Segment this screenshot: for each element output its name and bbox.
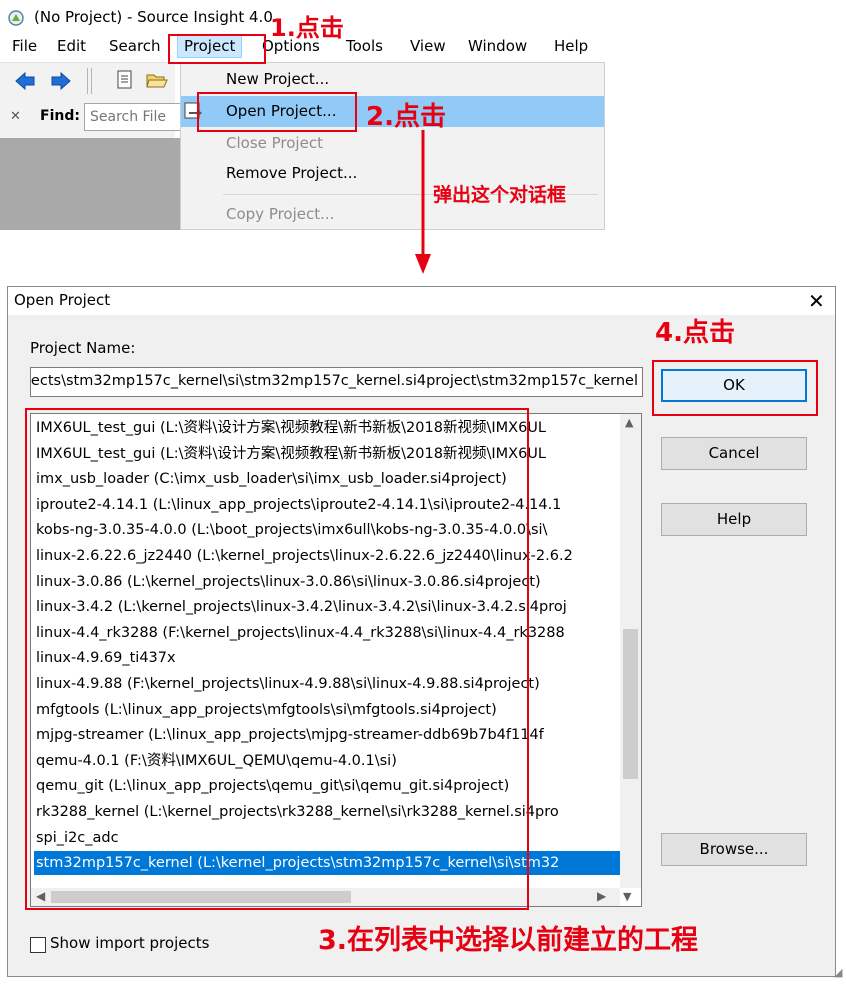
toolbar <box>0 62 175 100</box>
toolbar-separator <box>87 68 88 94</box>
menu-search[interactable]: Search <box>109 37 161 55</box>
resize-grip-icon[interactable]: ◢ <box>834 966 842 979</box>
menu-view[interactable]: View <box>410 37 446 55</box>
menu-file[interactable]: File <box>12 37 37 55</box>
vertical-scrollbar[interactable]: ▲ <box>620 414 641 888</box>
dialog-titlebar <box>8 287 835 315</box>
annotation-arrow-icon <box>415 130 431 274</box>
app-title: (No Project) - Source Insight 4.0 <box>34 8 273 26</box>
show-import-projects-label: Show import projects <box>50 934 210 952</box>
scroll-right-arrow-icon[interactable]: ▶ <box>597 889 606 903</box>
menu-item-close-project: Close Project <box>226 134 323 152</box>
find-bar: ✕ Find: <box>0 98 194 138</box>
help-button[interactable]: Help <box>661 503 807 536</box>
annotation-step3: 3.在列表中选择以前建立的工程 <box>318 925 699 956</box>
annotation-box-open-project <box>197 92 357 132</box>
annotation-box-project-menu <box>168 34 266 64</box>
menu-window[interactable]: Window <box>468 37 527 55</box>
source-insight-logo-icon <box>8 10 24 26</box>
annotation-step4: 4.点击 <box>655 318 735 348</box>
browse-button[interactable]: Browse... <box>661 833 807 866</box>
dialog-close-icon[interactable]: ✕ <box>808 289 825 313</box>
scroll-down-arrow-icon[interactable]: ▼ <box>623 890 631 903</box>
project-name-field[interactable]: L:\kernel_projects\stm32mp157c_kernel\si… <box>30 367 643 397</box>
annotation-step1: 1.点击 <box>270 14 344 42</box>
back-arrow-icon[interactable] <box>14 71 36 91</box>
forward-arrow-icon[interactable] <box>50 71 72 91</box>
menu-help[interactable]: Help <box>554 37 588 55</box>
annotation-popup-note: 弹出这个对话框 <box>433 184 567 206</box>
annotation-box-ok <box>652 360 818 416</box>
find-search-input[interactable] <box>84 103 194 131</box>
menu-item-new-project[interactable]: New Project... <box>226 70 329 88</box>
new-document-icon[interactable] <box>116 70 134 90</box>
dialog-title: Open Project <box>14 291 111 309</box>
cancel-button[interactable]: Cancel <box>661 437 807 470</box>
toolbar-separator <box>91 68 92 94</box>
show-import-projects-checkbox[interactable] <box>30 937 46 953</box>
menu-edit[interactable]: Edit <box>57 37 86 55</box>
menu-tools[interactable]: Tools <box>346 37 383 55</box>
project-name-label: Project Name: <box>30 339 136 357</box>
editor-background <box>0 138 180 230</box>
project-name-value: L:\kernel_projects\stm32mp157c_kernel\si… <box>30 373 638 389</box>
menu-item-copy-project: Copy Project... <box>226 205 335 223</box>
open-folder-icon[interactable] <box>146 70 168 90</box>
find-label: Find: <box>40 108 80 124</box>
scroll-up-arrow-icon[interactable]: ▲ <box>625 416 633 429</box>
vertical-scroll-thumb[interactable] <box>623 629 638 779</box>
menu-item-remove-project[interactable]: Remove Project... <box>226 164 357 182</box>
annotation-box-list <box>25 408 529 910</box>
find-close-icon[interactable]: ✕ <box>10 109 21 124</box>
